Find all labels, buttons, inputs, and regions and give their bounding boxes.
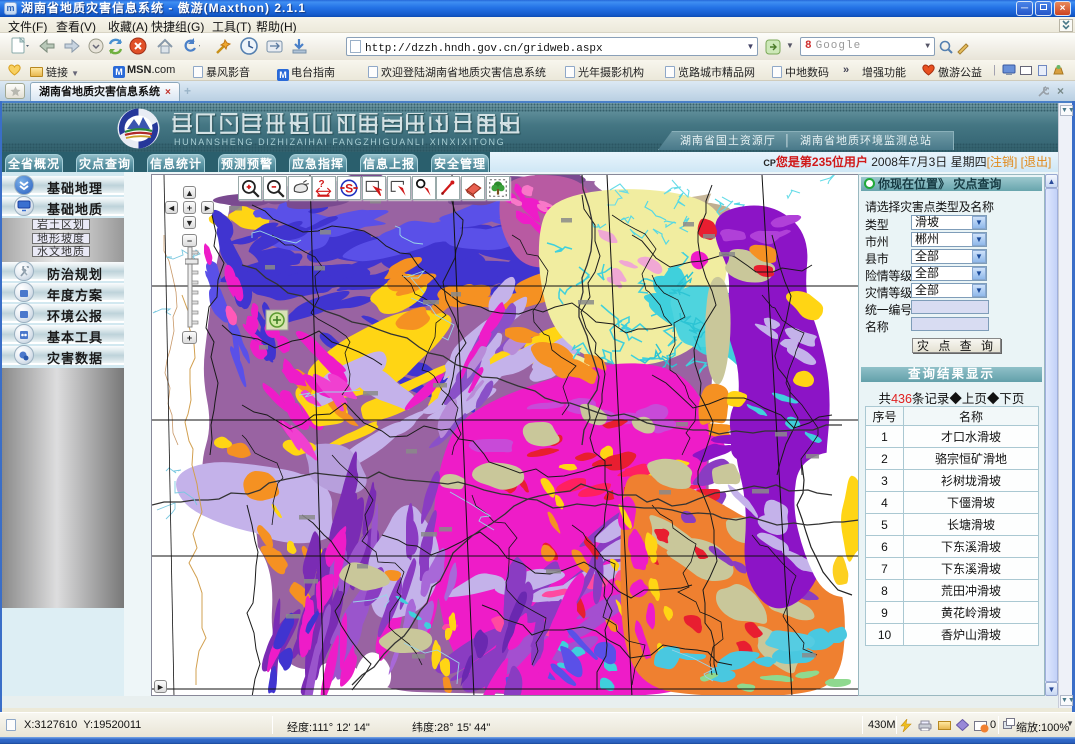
svg-text:S: S <box>345 181 353 195</box>
